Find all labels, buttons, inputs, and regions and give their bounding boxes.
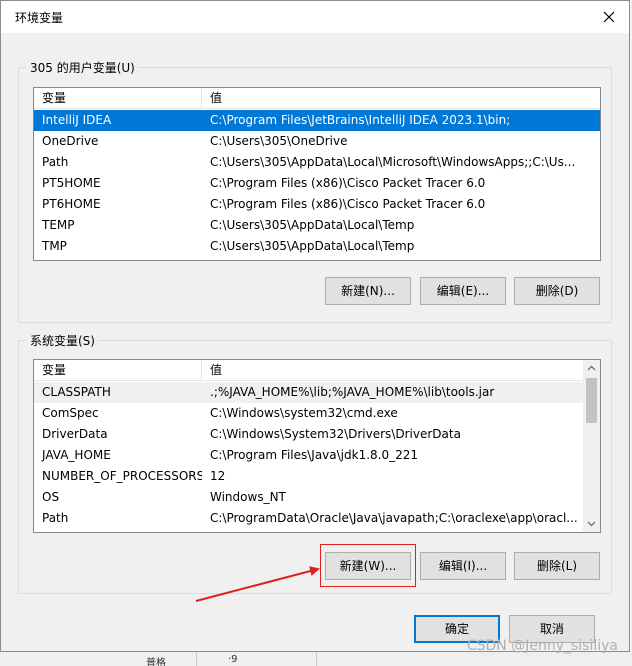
table-row[interactable]: NUMBER_OF_PROCESSORS 12	[34, 466, 583, 487]
variable-name-cell: DriverData	[42, 427, 108, 441]
scroll-down-icon[interactable]	[583, 515, 600, 532]
environment-variables-dialog: 环境变量 305 的用户变量(U) 变量 值 IntelliJ IDEA C:\P…	[0, 0, 630, 652]
user-edit-button[interactable]: 编辑(E)...	[420, 277, 506, 305]
variable-name-cell: PT6HOME	[42, 197, 101, 211]
variable-value-cell: C:\Users\305\AppData\Local\Temp	[210, 239, 415, 253]
system-edit-button[interactable]: 编辑(I)...	[420, 552, 506, 580]
column-header-value[interactable]: 值	[202, 360, 600, 381]
title-bar: 环境变量	[1, 1, 629, 33]
variable-name-cell: JAVA_HOME	[42, 448, 111, 462]
variable-name-cell: NUMBER_OF_PROCESSORS	[42, 469, 202, 483]
background-divider-2	[316, 652, 317, 666]
table-row[interactable]: Path C:\Users\305\AppData\Local\Microsoft…	[34, 152, 600, 173]
user-delete-button[interactable]: 删除(D)	[514, 277, 600, 305]
table-row[interactable]: JAVA_HOME C:\Program Files\Java\jdk1.8.0_…	[34, 445, 583, 466]
scroll-up-icon[interactable]	[583, 360, 600, 377]
variable-value-cell: C:\Users\305\AppData\Local\Temp	[210, 218, 415, 232]
variable-value-cell: C:\Program Files (x86)\Cisco Packet Trac…	[210, 197, 486, 211]
table-row[interactable]: PT6HOME C:\Program Files (x86)\Cisco Pack…	[34, 194, 600, 215]
variable-value-cell: C:\Program Files (x86)\Cisco Packet Trac…	[210, 176, 486, 190]
background-text: 普格	[146, 658, 166, 666]
list-header: 变量 值	[34, 88, 600, 109]
variable-name-cell: PT5HOME	[42, 176, 101, 190]
variable-name-cell: Path	[42, 155, 69, 169]
variable-value-cell: Windows_NT	[210, 490, 286, 504]
user-new-button[interactable]: 新建(N)...	[325, 277, 411, 305]
table-row[interactable]: ComSpec C:\Windows\system32\cmd.exe	[34, 403, 583, 424]
system-variables-label: 系统变量(S)	[27, 332, 98, 349]
variable-value-cell: C:\ProgramData\Oracle\Java\javapath;C:\o…	[210, 511, 578, 525]
variable-value-cell: C:\Windows\system32\cmd.exe	[210, 406, 398, 420]
vertical-scrollbar[interactable]	[583, 360, 600, 532]
table-row[interactable]: DriverData C:\Windows\System32\Drivers\Dr…	[34, 424, 583, 445]
table-row[interactable]: PT5HOME C:\Program Files (x86)\Cisco Pack…	[34, 173, 600, 194]
variable-value-cell: C:\Program Files\Java\jdk1.8.0_221	[210, 448, 419, 462]
column-header-variable[interactable]: 变量	[34, 360, 202, 381]
user-variables-list[interactable]: 变量 值 IntelliJ IDEA C:\Program Files\JetBr…	[33, 87, 601, 261]
variable-value-cell: C:\Users\305\AppData\Local\Microsoft\Win…	[210, 155, 576, 169]
variable-name-cell: TEMP	[42, 218, 75, 232]
variable-value-cell: C:\Windows\System32\Drivers\DriverData	[210, 427, 461, 441]
table-row[interactable]: OneDrive C:\Users\305\OneDrive	[34, 131, 600, 152]
watermark: CSDN @Jenny_sisiliya	[466, 638, 618, 654]
variable-value-cell: 12	[210, 469, 226, 483]
system-delete-button[interactable]: 删除(L)	[514, 552, 600, 580]
annotation-highlight-box	[320, 544, 416, 587]
table-row[interactable]: IntelliJ IDEA C:\Program Files\JetBrains\…	[34, 110, 600, 131]
table-row[interactable]: TEMP C:\Users\305\AppData\Local\Temp	[34, 215, 600, 236]
user-variable-rows: IntelliJ IDEA C:\Program Files\JetBrains\…	[34, 110, 600, 257]
table-row[interactable]: TMP C:\Users\305\AppData\Local\Temp	[34, 236, 600, 257]
table-row[interactable]: OS Windows_NT	[34, 487, 583, 508]
variable-name-cell: TMP	[42, 239, 67, 253]
variable-value-cell: C:\Users\305\OneDrive	[210, 134, 348, 148]
scrollbar-thumb[interactable]	[586, 378, 597, 423]
variable-name-cell: OneDrive	[42, 134, 99, 148]
column-header-variable[interactable]: 变量	[34, 88, 202, 109]
variable-name-cell: CLASSPATH	[42, 385, 111, 399]
dialog-title: 环境变量	[15, 11, 64, 25]
variable-name-cell: Path	[42, 511, 69, 525]
system-variables-list[interactable]: 变量 值 CLASSPATH .;%JAVA_HOME%\lib;%JAVA_HO…	[33, 359, 601, 533]
system-variable-rows: CLASSPATH .;%JAVA_HOME%\lib;%JAVA_HOME%\l…	[34, 382, 583, 529]
background-text-2: ·9	[228, 654, 238, 665]
variable-value-cell: .;%JAVA_HOME%\lib;%JAVA_HOME%\lib\tools.…	[210, 385, 495, 399]
variable-value-cell: C:\Program Files\JetBrains\IntelliJ IDEA…	[210, 113, 511, 127]
variable-name-cell: OS	[42, 490, 60, 504]
variable-name-cell: ComSpec	[42, 406, 99, 420]
background-divider	[196, 652, 197, 666]
table-row[interactable]: Path C:\ProgramData\Oracle\Java\javapath;…	[34, 508, 583, 529]
table-row[interactable]: CLASSPATH .;%JAVA_HOME%\lib;%JAVA_HOME%\l…	[34, 382, 583, 403]
column-header-value[interactable]: 值	[202, 88, 600, 109]
list-header: 变量 值	[34, 360, 600, 381]
variable-name-cell: IntelliJ IDEA	[42, 113, 112, 127]
background-window-strip: 普格 ·9	[0, 652, 632, 666]
close-icon[interactable]	[597, 5, 621, 29]
user-variables-label: 305 的用户变量(U)	[27, 59, 138, 76]
